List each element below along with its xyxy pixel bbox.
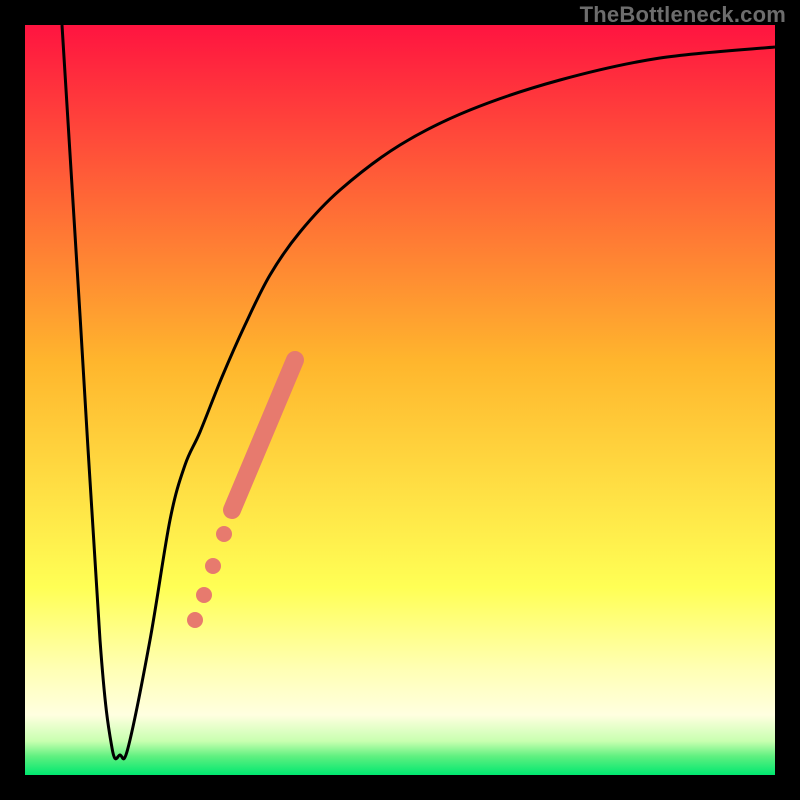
data-point bbox=[187, 612, 203, 628]
bottleneck-chart bbox=[0, 0, 800, 800]
data-point bbox=[196, 587, 212, 603]
data-point bbox=[205, 558, 221, 574]
chart-stage: TheBottleneck.com bbox=[0, 0, 800, 800]
plot-background bbox=[25, 25, 775, 775]
data-point bbox=[216, 526, 232, 542]
